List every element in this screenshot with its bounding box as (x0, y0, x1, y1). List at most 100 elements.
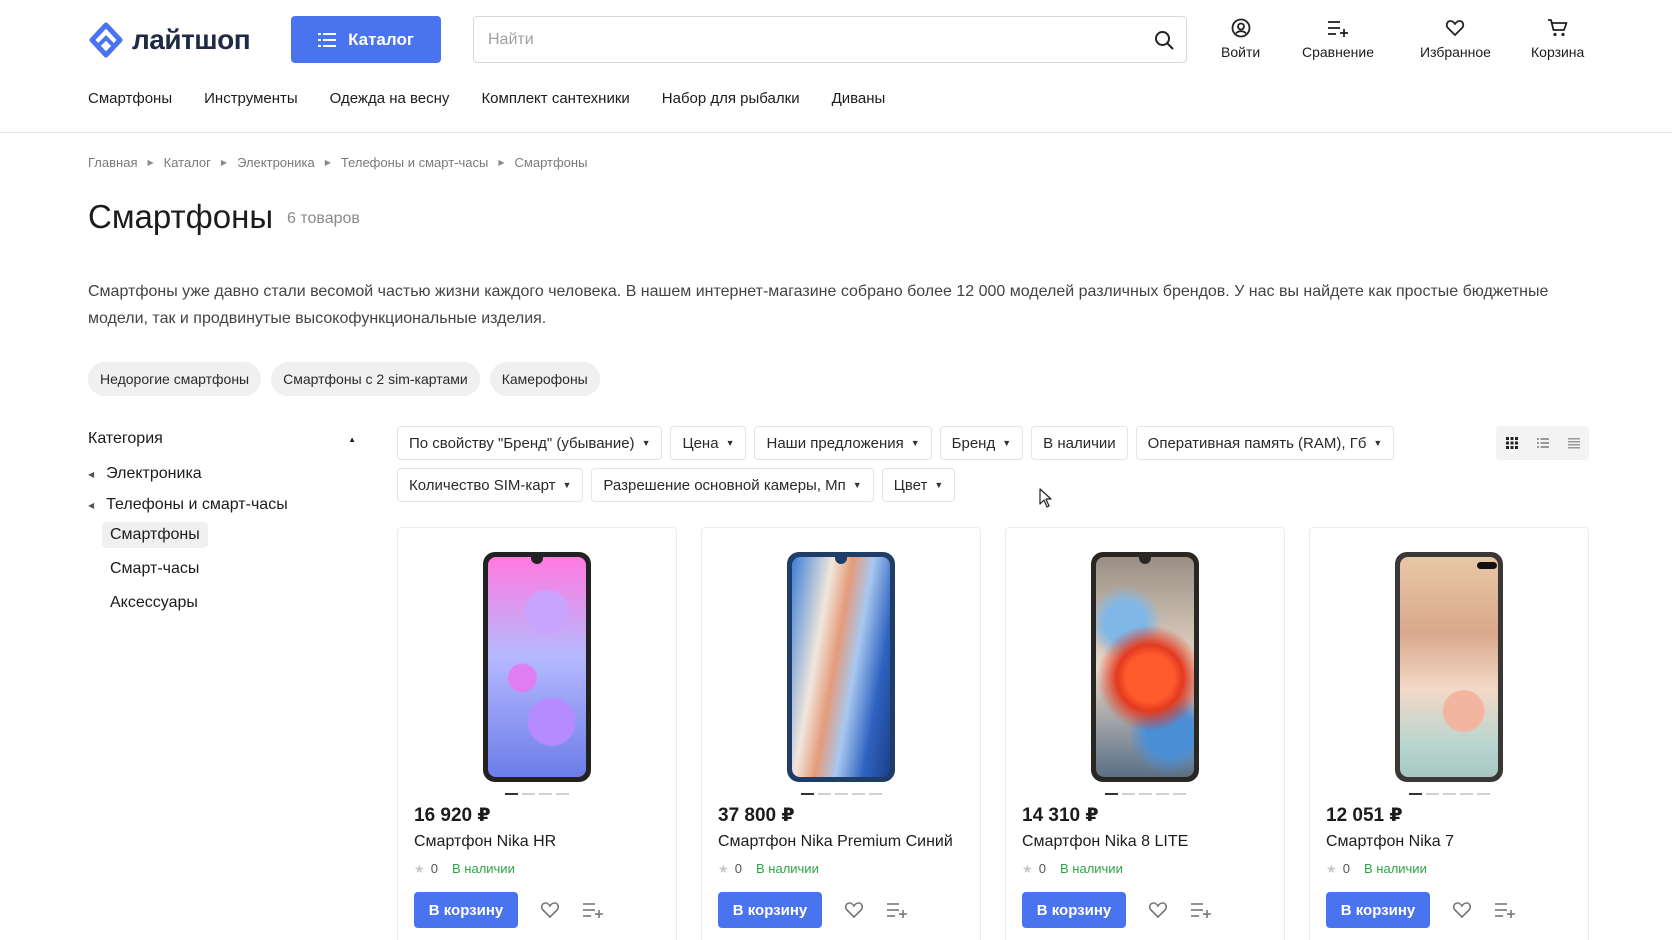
compare-label: Сравнение (1302, 44, 1374, 60)
filter-sim-count[interactable]: Количество SIM-карт ▼ (397, 468, 584, 502)
add-to-cart-button[interactable]: В корзину (1326, 892, 1430, 928)
tag-chip[interactable]: Камерофоны (489, 362, 600, 396)
sidebar-item-electronics[interactable]: ◀ Электроника (88, 465, 358, 483)
breadcrumb-item[interactable]: Главная (88, 155, 137, 170)
compare-icon (1327, 21, 1348, 37)
nav-item[interactable]: Диваны (832, 90, 886, 107)
product-card[interactable]: 16 920 ₽ Смартфон Nika HR ★ 0 В наличии … (397, 527, 677, 940)
add-to-cart-button[interactable]: В корзину (1022, 892, 1126, 928)
filter-in-stock[interactable]: В наличии (1031, 426, 1128, 460)
cart-icon (1547, 19, 1568, 37)
list-view-icon[interactable] (1536, 437, 1549, 449)
product-rating: 0 (1342, 861, 1350, 876)
compact-view-icon[interactable] (1567, 437, 1580, 449)
add-to-cart-button[interactable]: В корзину (414, 892, 518, 928)
product-image[interactable] (483, 552, 591, 782)
catalog-button[interactable]: Каталог (291, 16, 441, 63)
filter-bar: По свойству "Бренд" (убывание) ▼ Цена ▼ На… (397, 426, 1397, 502)
filter-label: По свойству "Бренд" (убывание) (409, 434, 635, 452)
caret-left-icon: ◀ (88, 500, 95, 510)
grid-view-icon[interactable] (1505, 437, 1518, 449)
sidebar-item-label: Электроника (106, 465, 202, 482)
breadcrumb-item[interactable]: Телефоны и смарт-часы (341, 155, 489, 170)
product-card[interactable]: 12 051 ₽ Смартфон Nika 7 ★ 0 В наличии В… (1309, 527, 1589, 940)
compare-icon[interactable] (1494, 901, 1516, 919)
product-card[interactable]: 14 310 ₽ Смартфон Nika 8 LITE ★ 0 В нали… (1005, 527, 1285, 940)
logo-icon (89, 22, 123, 58)
breadcrumb-separator-icon: ▶ (324, 158, 331, 167)
favorites-button[interactable]: Избранное (1420, 18, 1491, 60)
product-rating: 0 (430, 861, 438, 876)
image-pagination (1310, 793, 1588, 795)
nav-item[interactable]: Комплект сантехники (481, 90, 629, 107)
filter-color[interactable]: Цвет ▼ (881, 468, 956, 502)
product-count: 6 товаров (287, 210, 360, 227)
product-name[interactable]: Смартфон Nika 7 (1326, 833, 1454, 851)
product-rating: 0 (734, 861, 742, 876)
nav-item[interactable]: Смартфоны (88, 90, 172, 107)
favorite-heart-icon[interactable] (1452, 901, 1472, 919)
nav-item[interactable]: Набор для рыбалки (662, 90, 800, 107)
add-to-cart-button[interactable]: В корзину (718, 892, 822, 928)
product-name[interactable]: Смартфон Nika Premium Синий (718, 833, 953, 851)
tag-chip[interactable]: Недорогие смартфоны (88, 362, 262, 396)
stock-status: В наличии (452, 861, 515, 876)
category-heading-label: Категория (88, 430, 163, 447)
star-icon: ★ (718, 861, 729, 876)
caret-left-icon: ◀ (88, 469, 95, 479)
logo[interactable]: лайтшоп (88, 22, 251, 58)
product-image[interactable] (1395, 552, 1503, 782)
category-heading[interactable]: Категория ▲ (88, 430, 358, 448)
favorite-heart-icon[interactable] (540, 901, 560, 919)
product-image[interactable] (787, 552, 895, 782)
search-icon[interactable] (1142, 30, 1186, 50)
filter-sort[interactable]: По свойству "Бренд" (убывание) ▼ (397, 426, 663, 460)
filter-camera[interactable]: Разрешение основной камеры, Мп ▼ (591, 468, 874, 502)
image-pagination (702, 793, 980, 795)
catalog-label: Каталог (348, 29, 414, 49)
favorites-label: Избранное (1420, 44, 1491, 60)
filter-label: Наши предложения (766, 434, 904, 452)
login-button[interactable]: Войти (1221, 18, 1260, 60)
cart-button[interactable]: Корзина (1531, 18, 1584, 60)
compare-icon[interactable] (1190, 901, 1212, 919)
compare-icon[interactable] (886, 901, 908, 919)
nav-item[interactable]: Одежда на весну (330, 90, 450, 107)
search-input[interactable] (474, 17, 1142, 62)
compare-icon[interactable] (582, 901, 604, 919)
caret-down-icon: ▼ (1002, 438, 1012, 448)
tag-chip[interactable]: Смартфоны с 2 sim-картами (271, 362, 480, 396)
sidebar-subitem-smartphones[interactable]: Смартфоны (102, 522, 208, 548)
caret-down-icon: ▼ (562, 480, 572, 490)
filter-ram[interactable]: Оперативная память (RAM), Гб ▼ (1135, 426, 1395, 460)
cart-label: Корзина (1531, 44, 1585, 60)
nav-item[interactable]: Инструменты (204, 90, 298, 107)
product-card[interactable]: 37 800 ₽ Смартфон Nika Premium Синий ★ 0… (701, 527, 981, 940)
filter-label: Цена (682, 434, 719, 452)
logo-text: лайтшоп (132, 24, 251, 55)
login-label: Войти (1221, 44, 1261, 60)
sidebar-item-label: Телефоны и смарт-часы (106, 496, 288, 513)
category-description: Смартфоны уже давно стали весомой частью… (88, 283, 1549, 327)
sidebar-subitem-smartwatches[interactable]: Смарт-часы (102, 556, 207, 582)
breadcrumb-item[interactable]: Электроника (237, 155, 315, 170)
collapse-caret-icon[interactable]: ▲ (348, 435, 356, 444)
filter-offers[interactable]: Наши предложения ▼ (754, 426, 932, 460)
product-name[interactable]: Смартфон Nika 8 LITE (1022, 833, 1188, 851)
breadcrumb-separator-icon: ▶ (498, 158, 505, 167)
filter-price[interactable]: Цена ▼ (670, 426, 747, 460)
filter-label: Количество SIM-карт (409, 476, 556, 494)
caret-down-icon: ▼ (852, 480, 862, 490)
compare-button[interactable]: Сравнение (1302, 18, 1374, 60)
product-image[interactable] (1091, 552, 1199, 782)
star-icon: ★ (1326, 861, 1337, 876)
image-pagination (1006, 793, 1284, 795)
product-name[interactable]: Смартфон Nika HR (414, 833, 556, 851)
breadcrumb-item[interactable]: Каталог (164, 155, 211, 170)
favorite-heart-icon[interactable] (1148, 901, 1168, 919)
favorite-heart-icon[interactable] (844, 901, 864, 919)
stock-status: В наличии (1060, 861, 1123, 876)
sidebar-item-phones[interactable]: ◀ Телефоны и смарт-часы (88, 496, 358, 514)
filter-brand[interactable]: Бренд ▼ (939, 426, 1024, 460)
sidebar-subitem-accessories[interactable]: Аксессуары (102, 590, 206, 616)
